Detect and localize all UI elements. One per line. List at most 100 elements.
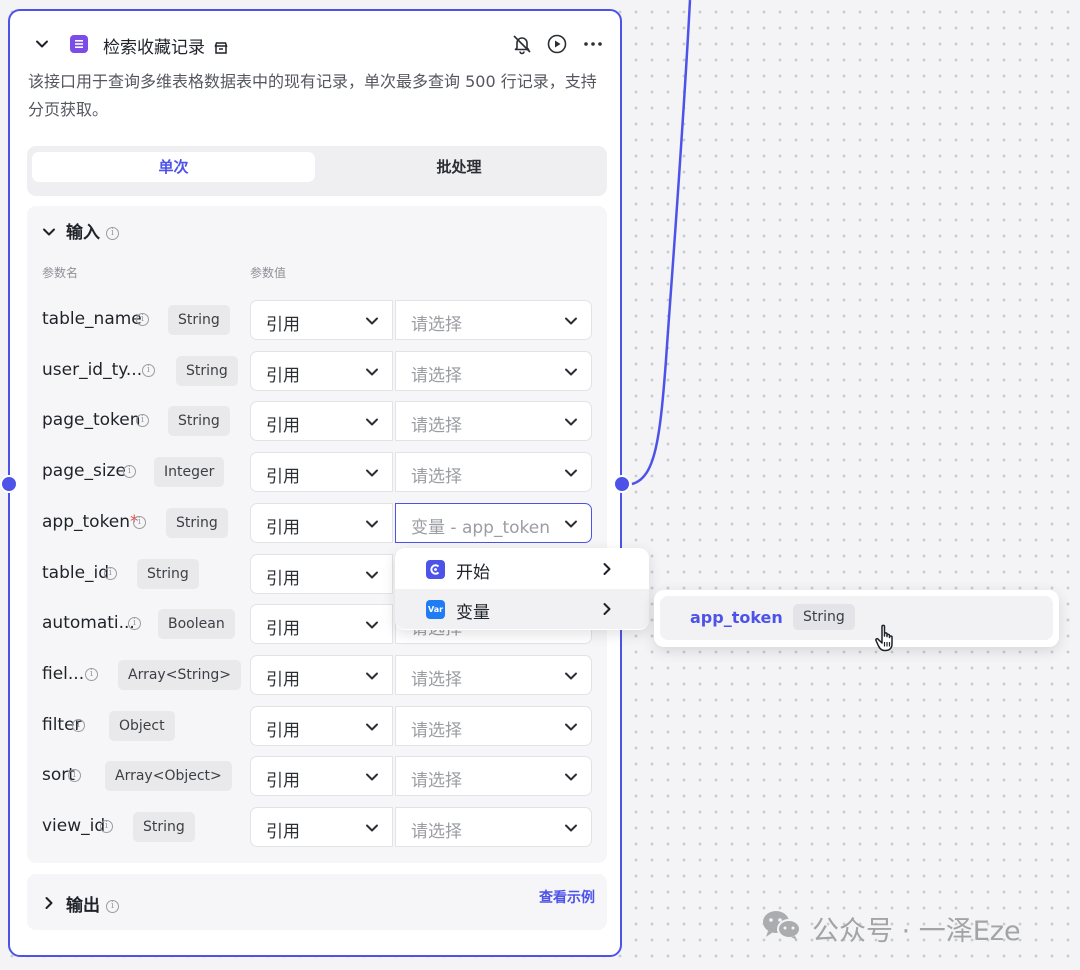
value-mode-select[interactable]: 引用 [250, 452, 393, 493]
chevron-down-icon [366, 571, 378, 578]
param-type-badge: String [137, 558, 199, 589]
view-example-link[interactable]: 查看示例 [539, 887, 595, 907]
output-title-text: 输出 [66, 896, 100, 916]
plugin-node-card[interactable]: 检索收藏记录 该接口用于查询多维表格数据表中的现有记录，单次最多查询 500 行… [8, 9, 622, 957]
variable-submenu: app_token String [654, 590, 1059, 647]
param-name-text: table_id [42, 562, 110, 583]
value-select[interactable]: 请选择 [395, 350, 592, 391]
value-mode-text: 引用 [266, 365, 300, 386]
bell-off-icon[interactable] [511, 33, 533, 55]
chevron-down-icon[interactable] [35, 37, 49, 51]
value-mode-select[interactable]: 引用 [250, 401, 393, 442]
value-mode-select[interactable]: 引用 [250, 300, 393, 340]
node-title-text: 检索收藏记录 [103, 38, 205, 58]
param-type-badge: String [133, 812, 195, 842]
chevron-down-icon [565, 317, 577, 325]
output-section[interactable]: 输出 i 查看示例 [27, 874, 607, 930]
chevron-down-icon [565, 520, 577, 528]
info-icon[interactable]: i [85, 667, 98, 681]
value-select[interactable]: 请选择 [395, 452, 592, 493]
value-select-text: 请选择 [411, 669, 462, 690]
watermark-text: 公众号 · 一泽Eze [812, 916, 1021, 947]
info-icon[interactable]: i [136, 414, 149, 428]
param-name: fiel... [42, 664, 84, 684]
value-mode-select[interactable]: 引用 [250, 654, 393, 695]
chevron-down-icon [366, 317, 378, 325]
value-select[interactable]: 请选择 [395, 807, 592, 847]
value-mode-text: 引用 [266, 315, 300, 335]
param-name: table_name [42, 309, 142, 329]
info-icon[interactable]: i [104, 566, 117, 580]
submenu-item-app-token[interactable]: app_token String [660, 596, 1053, 640]
value-select-text: 请选择 [411, 720, 462, 741]
value-select[interactable]: 变量 - app_token [395, 502, 592, 543]
chevron-down-icon [565, 672, 577, 680]
value-mode-select[interactable]: 引用 [250, 705, 393, 746]
input-port[interactable] [0, 475, 18, 493]
tab-batch[interactable]: 批处理 [317, 152, 601, 182]
param-type-badge: Array<Object> [105, 761, 232, 792]
value-mode-text: 引用 [266, 568, 300, 589]
param-name-text: fiel... [42, 663, 85, 684]
info-icon[interactable]: i [123, 465, 136, 479]
chevron-down-icon [565, 773, 577, 781]
value-mode-select[interactable]: 引用 [250, 502, 393, 543]
info-icon[interactable]: i [142, 363, 155, 377]
variable-source-menu: 开始 Var 变量 [395, 548, 649, 630]
play-circle-icon[interactable] [546, 33, 568, 55]
menu-item-start[interactable]: 开始 [395, 549, 649, 589]
value-mode-select[interactable]: 引用 [250, 756, 393, 797]
value-mode-select[interactable]: 引用 [250, 604, 393, 645]
param-name: page_size [42, 461, 126, 481]
info-icon[interactable]: i [72, 718, 85, 732]
value-select[interactable]: 请选择 [395, 756, 592, 797]
submenu-item-type: String [793, 604, 855, 630]
output-port[interactable] [613, 475, 631, 493]
param-row: page_token i String 引用 请选择 [27, 401, 607, 442]
info-icon[interactable]: i [68, 769, 81, 783]
more-icon[interactable] [582, 33, 604, 55]
menu-item-variable[interactable]: Var 变量 [395, 589, 649, 629]
tab-single[interactable]: 单次 [32, 152, 315, 182]
param-type-badge: String [168, 406, 230, 437]
param-name: page_token [42, 410, 141, 430]
chevron-down-icon [366, 469, 378, 477]
chevron-down-icon [366, 723, 378, 731]
value-select[interactable]: 请选择 [395, 705, 592, 746]
chevron-down-icon[interactable] [42, 225, 56, 239]
chevron-right-icon[interactable] [42, 896, 56, 910]
param-row: filter i Object 引用 请选择 [27, 705, 607, 746]
param-name-text: page_token [42, 410, 141, 431]
param-name: user_id_ty... [42, 360, 142, 380]
value-mode-select[interactable]: 引用 [250, 553, 393, 594]
param-type-badge: Integer [154, 457, 225, 488]
value-mode-select[interactable]: 引用 [250, 807, 393, 847]
chevron-down-icon [565, 418, 577, 426]
value-mode-text: 引用 [266, 822, 300, 842]
param-row: app_token* i String 引用 变量 - app_token [27, 502, 607, 543]
info-icon[interactable]: i [136, 313, 149, 326]
value-select[interactable]: 请选择 [395, 654, 592, 695]
value-select[interactable]: 请选择 [395, 300, 592, 340]
param-name-text: app_token [42, 511, 131, 532]
info-icon[interactable]: i [128, 617, 141, 631]
node-title: 检索收藏记录 [103, 33, 228, 58]
table-icon [70, 35, 88, 53]
value-select-text: 请选择 [411, 822, 462, 842]
value-mode-text: 引用 [266, 467, 300, 488]
value-select-text: 变量 - app_token [411, 517, 550, 538]
chevron-down-icon [366, 418, 378, 426]
param-name-text: table_name [42, 309, 142, 329]
value-select-text: 请选择 [411, 365, 462, 386]
chevron-down-icon [565, 368, 577, 376]
value-select-text: 请选择 [411, 315, 462, 335]
value-mode-text: 引用 [266, 669, 300, 690]
chevron-down-icon [366, 672, 378, 680]
node-header: 检索收藏记录 [10, 29, 620, 59]
info-icon[interactable]: i [100, 820, 113, 833]
param-name-text: view_id [42, 816, 106, 836]
value-select[interactable]: 请选择 [395, 401, 592, 442]
value-mode-select[interactable]: 引用 [250, 350, 393, 391]
input-section: 输入 i 参数名 参数值 table_name i String 引用 请选择 user_… [27, 206, 607, 863]
info-icon[interactable]: i [133, 515, 146, 529]
